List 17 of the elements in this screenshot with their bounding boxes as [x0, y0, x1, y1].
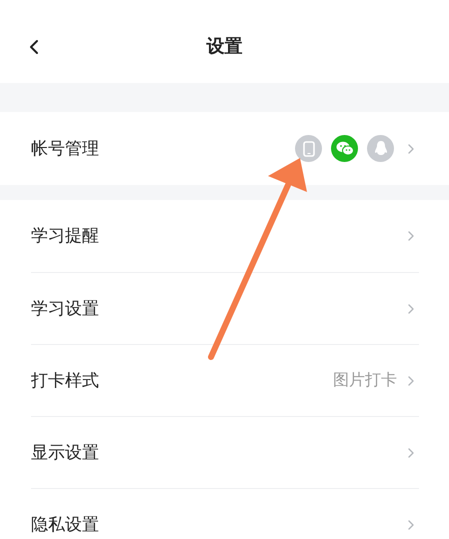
account-row[interactable]: 帐号管理 — [0, 112, 449, 185]
row-label: 打卡样式 — [31, 370, 99, 392]
row-label: 学习提醒 — [31, 225, 99, 248]
row-label: 隐私设置 — [31, 514, 99, 536]
phone-icon — [302, 140, 314, 156]
row-label: 显示设置 — [31, 442, 99, 464]
settings-row[interactable]: 隐私设置 — [31, 488, 419, 539]
chat-bubbles-icon — [336, 141, 354, 156]
row-value: 图片打卡 — [333, 370, 397, 390]
settings-row[interactable]: 学习设置 — [31, 272, 419, 344]
settings-row[interactable]: 打卡样式 图片打卡 — [31, 344, 419, 416]
row-label: 帐号管理 — [31, 138, 99, 160]
row-label: 学习设置 — [31, 298, 99, 320]
penguin-icon — [374, 140, 388, 157]
page-title: 设置 — [206, 35, 242, 58]
settings-row[interactable]: 学习提醒 — [31, 200, 419, 272]
settings-row[interactable]: 显示设置 — [31, 416, 419, 488]
